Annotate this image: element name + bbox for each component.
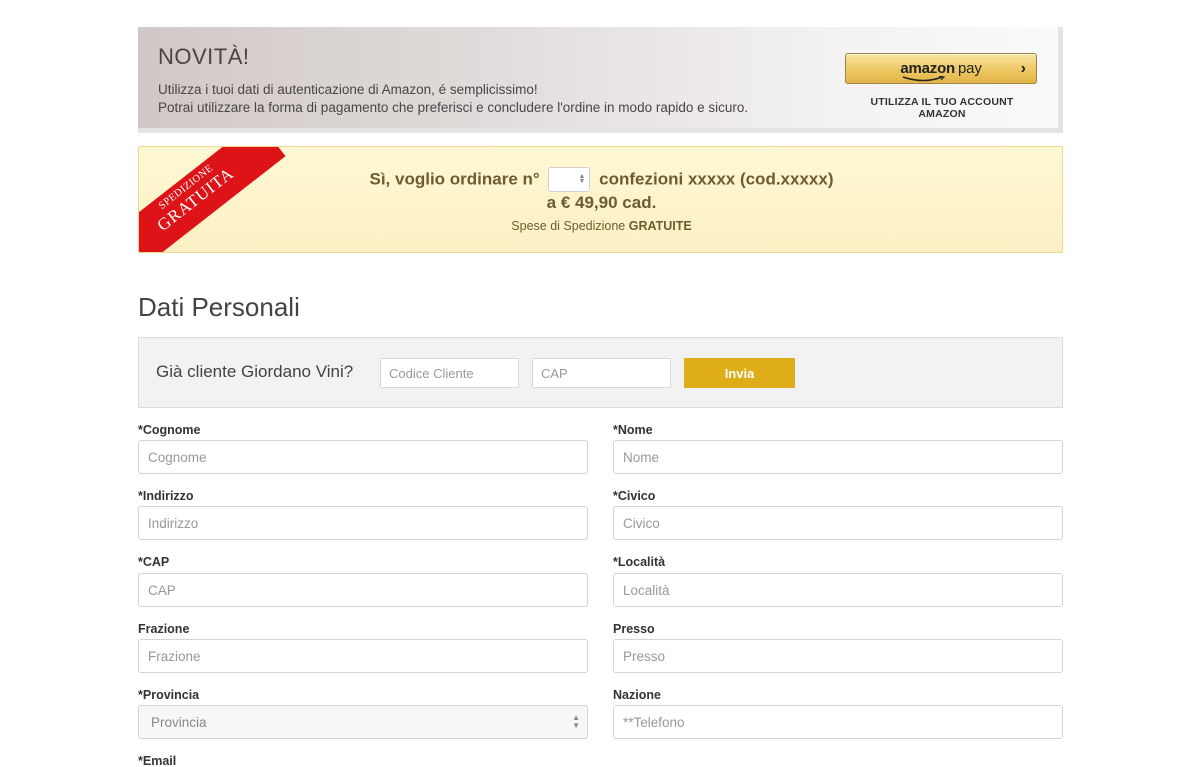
presso-field[interactable] <box>613 639 1063 673</box>
provincia-value: Provincia <box>151 715 207 730</box>
submit-client-button[interactable]: Invia <box>684 358 795 388</box>
existing-client-label: Già cliente Giordano Vini? <box>156 362 354 381</box>
indirizzo-label: *Indirizzo <box>138 489 194 503</box>
client-cap-input[interactable] <box>532 358 671 388</box>
nome-label: *Nome <box>613 423 653 437</box>
cognome-label: *Cognome <box>138 423 201 437</box>
order-quantity-line: Sì, voglio ordinare n° ▲ ▼ confezioni xxx… <box>139 167 1062 192</box>
order-prefix: Sì, voglio ordinare n° <box>369 169 540 189</box>
order-suffix: confezioni xxxxx (cod.xxxxx) <box>599 169 834 189</box>
spinner-arrows-icon[interactable]: ▲ ▼ <box>579 173 586 185</box>
cap-label: *CAP <box>138 555 170 569</box>
nome-field[interactable] <box>613 440 1063 474</box>
amazon-smile-icon <box>903 76 946 82</box>
shipping-info: Spese di Spedizione GRATUITE <box>139 219 1062 233</box>
presso-label: Presso <box>613 622 655 636</box>
cap-field[interactable] <box>138 573 588 607</box>
frazione-field[interactable] <box>138 639 588 673</box>
pay-logo-text: pay <box>958 60 982 77</box>
existing-client-box: Già cliente Giordano Vini? Invia <box>138 337 1063 408</box>
banner-text: Utilizza i tuoi dati di autenticazione d… <box>158 81 748 117</box>
amazon-pay-banner: NOVITÀ! Utilizza i tuoi dati di autentic… <box>138 27 1063 133</box>
order-price: a € 49,90 cad. <box>546 193 657 212</box>
amazon-pay-caption: UTILIZZA IL TUO ACCOUNT AMAZON <box>870 96 1014 120</box>
page-title: Dati Personali <box>138 292 300 322</box>
provincia-select[interactable]: Provincia ▲ ▼ <box>138 705 588 739</box>
banner-title: NOVITÀ! <box>158 44 250 69</box>
frazione-label: Frazione <box>138 622 190 636</box>
nazione-label: Nazione <box>613 688 661 702</box>
order-box: SPEDIZIONE GRATUITA Sì, voglio ordinare … <box>138 146 1063 253</box>
provincia-label: *Provincia <box>138 688 200 702</box>
email-label: *Email <box>138 754 177 767</box>
cognome-field[interactable] <box>138 440 588 474</box>
banner-text-line2: Potrai utilizzare la forma di pagamento … <box>158 100 749 115</box>
amazon-pay-button[interactable]: amazon pay › <box>845 53 1037 84</box>
amazon-pay-logo: amazon pay <box>900 60 982 82</box>
banner-text-line1: Utilizza i tuoi dati di autenticazione d… <box>158 82 538 97</box>
amazon-logo-text: amazon <box>900 60 956 77</box>
chevron-right-icon: › <box>1020 60 1026 77</box>
shipping-free: GRATUITE <box>628 219 692 233</box>
civico-field[interactable] <box>613 506 1063 540</box>
client-code-input[interactable] <box>380 358 519 388</box>
quantity-stepper[interactable]: ▲ ▼ <box>548 167 591 192</box>
select-arrows-icon: ▲ ▼ <box>572 713 580 730</box>
localita-field[interactable] <box>613 573 1063 607</box>
civico-label: *Civico <box>613 489 656 503</box>
localita-label: *Località <box>613 555 666 569</box>
shipping-prefix: Spese di Spedizione <box>511 219 626 233</box>
indirizzo-field[interactable] <box>138 506 588 540</box>
telefono-field[interactable] <box>613 705 1063 739</box>
